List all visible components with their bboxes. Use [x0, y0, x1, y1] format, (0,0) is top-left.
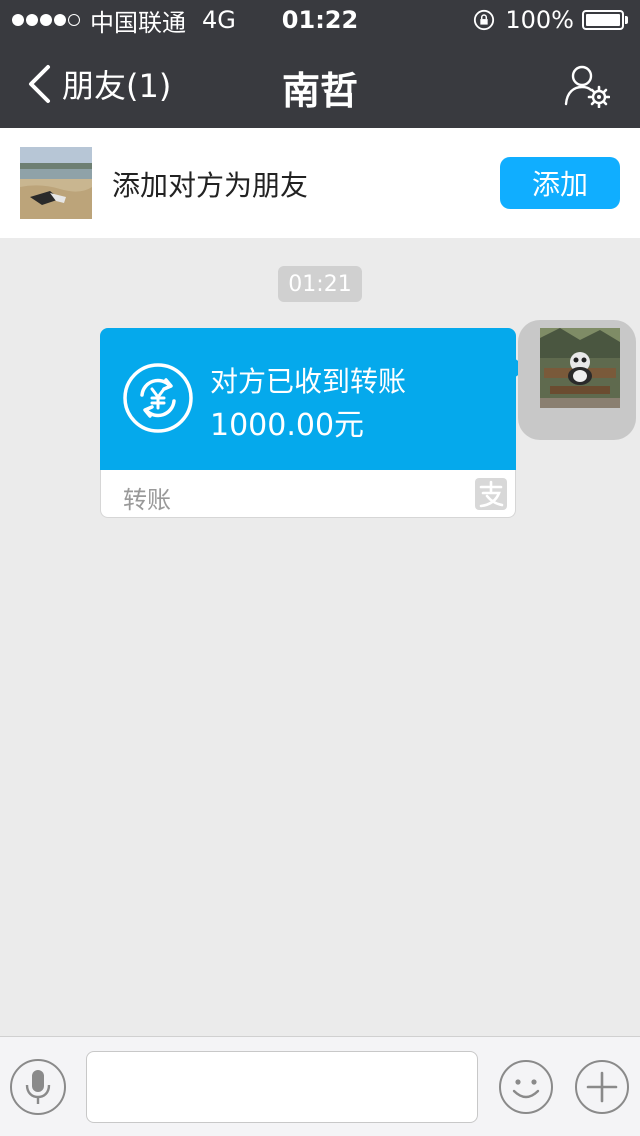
smiley-icon[interactable] [498, 1059, 554, 1115]
transfer-amount: 1000.00元 [210, 408, 365, 443]
transfer-card-header: 对方已收到转账 1000.00元 [100, 328, 516, 470]
carrier-name: 中国联通 [90, 8, 186, 37]
status-bar: 中国联通 4G 01:22 100% [0, 0, 640, 40]
battery-icon [582, 10, 628, 30]
back-button[interactable]: 朋友(1) [26, 62, 171, 106]
profile-settings-icon[interactable] [564, 62, 610, 108]
add-friend-banner: 添加对方为朋友 添加 [0, 128, 640, 238]
contact-avatar[interactable] [20, 147, 92, 219]
chevron-left-icon [29, 65, 50, 103]
message-text-input[interactable] [86, 1051, 478, 1123]
rotation-lock-icon [474, 9, 495, 31]
message-timestamp: 01:21 [278, 266, 362, 302]
transfer-status: 对方已收到转账 [210, 365, 407, 398]
transfer-type-label: 转账 [123, 486, 171, 514]
alipay-logo-icon [475, 478, 507, 510]
microphone-icon [25, 1070, 51, 1104]
nav-bar: 朋友(1) 南哲 [0, 40, 640, 128]
plus-icon[interactable] [574, 1059, 630, 1115]
transfer-message-card[interactable]: 对方已收到转账 1000.00元 转账 [100, 328, 528, 518]
my-avatar-highlight [518, 320, 636, 440]
add-friend-prompt: 添加对方为朋友 [112, 169, 309, 202]
network-type: 4G [202, 6, 236, 34]
transfer-yuan-icon [123, 363, 193, 433]
battery-percent: 100% [505, 6, 574, 34]
my-avatar[interactable] [540, 328, 620, 408]
status-right: 100% [473, 6, 628, 34]
transfer-card-footer: 转账 [100, 470, 516, 518]
back-label: 朋友(1) [62, 67, 172, 105]
add-friend-button[interactable]: 添加 [500, 157, 620, 209]
status-left: 中国联通 4G [12, 6, 236, 37]
message-input-bar [0, 1036, 640, 1136]
voice-input-button[interactable] [10, 1059, 66, 1115]
signal-strength-icon [12, 14, 80, 26]
